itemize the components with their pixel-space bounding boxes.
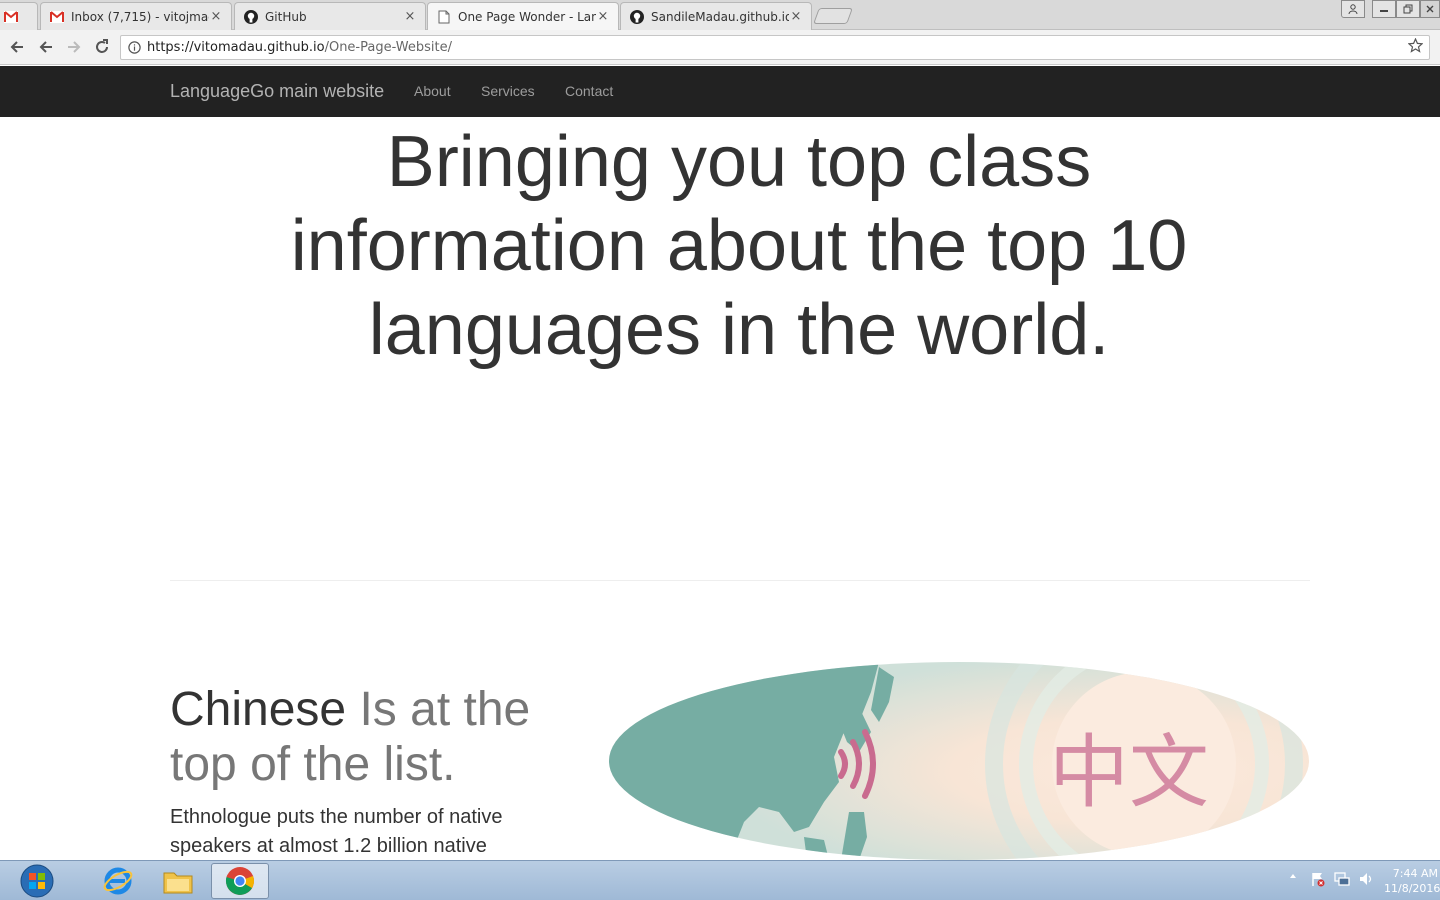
address-bar[interactable]: https://vitomadau.github.io/One-Page-Web… (120, 35, 1430, 60)
gmail-icon (49, 9, 65, 25)
featurette-lead: Ethnologue puts the number of native spe… (170, 806, 503, 857)
tab-title: One Page Wonder - Languag (458, 9, 596, 24)
file-explorer-icon[interactable] (150, 863, 206, 899)
windows-taskbar: 7:44 AM 11/8/2016 (0, 860, 1440, 900)
gmail-icon (3, 9, 19, 25)
nav-link-services[interactable]: Services (481, 83, 535, 99)
tab-gmail-pinned[interactable] (0, 2, 38, 30)
close-icon[interactable]: × (209, 9, 223, 24)
github-icon (243, 9, 259, 25)
url-path: /One-Page-Website/ (324, 40, 452, 55)
network-icon[interactable] (1334, 871, 1350, 890)
clock-time: 7:44 AM (1392, 867, 1438, 880)
page-icon (436, 9, 452, 25)
tab-inbox[interactable]: Inbox (7,715) - vitojmadau × (40, 2, 232, 30)
chinese-map-image: 中文 (609, 662, 1309, 860)
nav-link-contact[interactable]: Contact (565, 83, 613, 99)
tab-title: Inbox (7,715) - vitojmadau (71, 9, 209, 24)
clock-date: 11/8/2016 (1384, 882, 1440, 895)
featurette-heading: Chinese Is at the top of the list. (170, 682, 590, 792)
chrome-icon[interactable] (211, 863, 269, 899)
url-host: https://vitomadau.github.io (147, 40, 325, 55)
restore-button[interactable] (1396, 0, 1420, 18)
reload-icon[interactable] (91, 36, 113, 58)
volume-icon[interactable] (1358, 871, 1374, 890)
start-button-icon[interactable] (2, 863, 72, 899)
close-window-button[interactable] (1420, 0, 1440, 18)
tab-one-page-wonder[interactable]: One Page Wonder - Languag × (427, 2, 619, 30)
minimize-button[interactable] (1372, 0, 1396, 18)
heading-main: Chinese (170, 683, 347, 736)
tab-title: GitHub (265, 9, 307, 24)
show-hidden-icons-icon[interactable] (1288, 871, 1298, 884)
internet-explorer-icon[interactable] (90, 863, 146, 899)
back-icon[interactable] (35, 36, 57, 58)
profile-icon[interactable] (1341, 0, 1365, 18)
site-brand-link[interactable]: LanguageGo main website (170, 81, 384, 102)
back-icon[interactable] (6, 36, 28, 58)
section-divider (170, 580, 1310, 581)
nav-link-about[interactable]: About (414, 83, 451, 99)
tab-sandile[interactable]: SandileMadau.github.io/ × (620, 2, 812, 30)
hero-heading: Bringing you top class information about… (290, 122, 1188, 370)
new-tab-button[interactable] (813, 8, 853, 24)
close-icon[interactable]: × (403, 9, 417, 24)
bookmark-star-icon[interactable] (1407, 37, 1424, 57)
chinese-characters: 中文 (1049, 726, 1209, 819)
github-icon (629, 9, 645, 25)
forward-icon[interactable] (63, 36, 85, 58)
close-icon[interactable]: × (789, 9, 803, 24)
taskbar-clock[interactable]: 7:44 AM 11/8/2016 (1384, 866, 1440, 896)
tab-github[interactable]: GitHub × (234, 2, 426, 30)
tab-title: SandileMadau.github.io/ (651, 9, 789, 24)
action-center-flag-icon[interactable] (1310, 871, 1326, 890)
browser-toolbar: https://vitomadau.github.io/One-Page-Web… (0, 30, 1440, 65)
browser-tab-strip: Inbox (7,715) - vitojmadau × GitHub × On… (0, 0, 1440, 30)
close-icon[interactable]: × (596, 9, 610, 24)
info-icon[interactable] (121, 41, 147, 54)
site-navbar: LanguageGo main website About Services C… (0, 66, 1440, 117)
